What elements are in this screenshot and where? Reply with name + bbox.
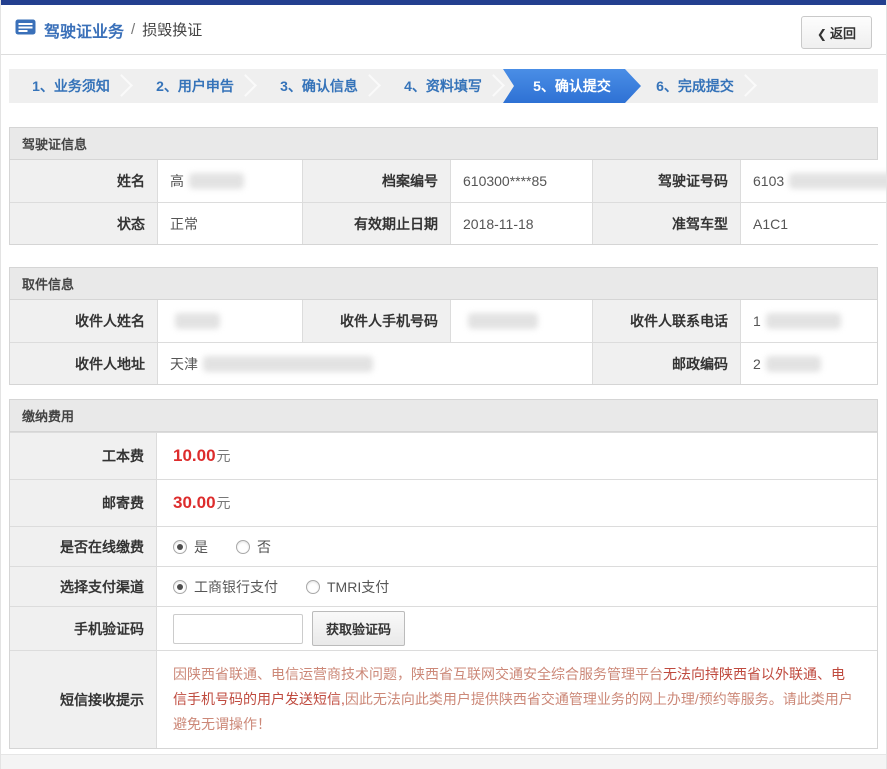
recipient-address-label: 收件人地址	[10, 342, 157, 384]
sms-code-input[interactable]	[173, 613, 303, 644]
step-2-user-declaration: 2、用户申告	[133, 69, 257, 103]
name-label: 姓名	[10, 160, 157, 202]
recipient-mobile-label: 收件人手机号码	[302, 300, 450, 342]
status-label: 状态	[10, 202, 157, 244]
step-6-complete-submit: 6、完成提交	[633, 69, 757, 103]
radio-checked-icon[interactable]	[173, 539, 187, 554]
redacted-text	[175, 313, 220, 329]
page-title: 驾驶证业务	[44, 23, 125, 41]
postage-fee-amount: 30.00	[173, 493, 216, 512]
back-button-label: 返回	[829, 26, 856, 41]
online-no-label: 否	[257, 538, 271, 555]
channel-icbc-label: 工商银行支付	[194, 578, 278, 595]
recipient-phone-value: 1	[740, 300, 877, 342]
license-service-icon	[15, 19, 36, 40]
breadcrumb-separator: /	[131, 21, 136, 38]
step-4-fill-data: 4、资料填写	[381, 69, 505, 103]
redacted-text	[189, 173, 244, 189]
license-section-title: 驾驶证信息	[10, 128, 877, 160]
file-no-label: 档案编号	[302, 160, 450, 202]
sms-notice-row: 短信接收提示 因陕西省联通、电信运营商技术问题，陕西省互联网交通安全综合服务管理…	[10, 650, 877, 748]
sms-notice-text: 因陕西省联通、电信运营商技术问题，陕西省互联网交通安全综合服务管理平台无法向持陕…	[157, 651, 877, 748]
get-code-button[interactable]: 获取验证码	[312, 611, 406, 646]
license-no-value: 6103	[740, 160, 886, 202]
online-yes-option[interactable]: 是	[173, 537, 208, 557]
zip-code-value: 2	[740, 342, 877, 384]
sms-code-row: 手机验证码 获取验证码	[10, 606, 877, 650]
page-subtitle: 损毁换证	[142, 22, 203, 39]
expiry-label: 有效期止日期	[302, 202, 450, 244]
recipient-phone-label: 收件人联系电话	[592, 300, 740, 342]
vehicle-class-label: 准驾车型	[592, 202, 740, 244]
license-info-section: 驾驶证信息 姓名 高 档案编号 610300****85 驾驶证号码 6103 …	[9, 127, 886, 245]
step-5-confirm-submit-active: 5、确认提交	[503, 69, 641, 103]
footer-strip	[1, 754, 886, 769]
payment-channel-row: 选择支付渠道 工商银行支付 TMRI支付	[10, 566, 877, 606]
channel-tmri-label: TMRI支付	[327, 578, 390, 595]
online-no-option[interactable]: 否	[236, 537, 271, 557]
recipient-name-label: 收件人姓名	[10, 300, 157, 342]
vehicle-class-value: A1C1	[740, 202, 886, 244]
work-fee-row: 工本费 10.00 元	[10, 432, 877, 479]
work-fee-label: 工本费	[10, 433, 157, 479]
steps-bar: 1、业务须知 2、用户申告 3、确认信息 4、资料填写 5、确认提交 6、完成提…	[9, 69, 878, 103]
payment-channel-label: 选择支付渠道	[10, 567, 157, 606]
postage-fee-label: 邮寄费	[10, 480, 157, 526]
sms-notice-label: 短信接收提示	[10, 651, 157, 748]
back-button[interactable]: ❮ 返回	[800, 16, 872, 49]
redacted-text	[789, 173, 886, 189]
name-value: 高	[157, 160, 302, 202]
channel-icbc-option[interactable]: 工商银行支付	[173, 577, 278, 597]
step-1-business-notice: 1、业务须知	[9, 69, 133, 103]
file-no-value: 610300****85	[450, 160, 592, 202]
pickup-info-section: 取件信息 收件人姓名 收件人手机号码 收件人联系电话 1 收件人地址 天津 邮政…	[9, 267, 878, 385]
chevron-left-icon: ❮	[816, 27, 827, 41]
channel-tmri-option[interactable]: TMRI支付	[306, 577, 389, 597]
radio-unchecked-icon[interactable]	[306, 579, 320, 594]
recipient-address-value: 天津	[157, 342, 592, 384]
online-payment-label: 是否在线缴费	[10, 527, 157, 566]
recipient-mobile-value	[450, 300, 592, 342]
postage-fee-row: 邮寄费 30.00 元	[10, 479, 877, 526]
work-fee-unit: 元	[216, 448, 231, 464]
redacted-text	[765, 313, 841, 329]
payment-section: 缴纳费用 工本费 10.00 元 邮寄费 30.00 元 是否在线缴费 是 否 选择…	[9, 399, 878, 749]
online-payment-row: 是否在线缴费 是 否	[10, 526, 877, 566]
app-header: 驾驶证业务 / 损毁换证 ❮ 返回	[1, 5, 886, 55]
status-value: 正常	[157, 202, 302, 244]
license-no-label: 驾驶证号码	[592, 160, 740, 202]
redacted-text	[203, 355, 373, 372]
radio-checked-icon[interactable]	[173, 579, 187, 594]
page: 驾驶证业务 / 损毁换证 ❮ 返回 1、业务须知 2、用户申告 3、确认信息 4、…	[0, 0, 887, 769]
step-3-confirm-info: 3、确认信息	[257, 69, 381, 103]
redacted-text	[468, 313, 538, 329]
sms-code-label: 手机验证码	[10, 607, 157, 650]
payment-section-title: 缴纳费用	[10, 400, 877, 432]
recipient-name-value	[157, 300, 302, 342]
postage-fee-unit: 元	[216, 495, 231, 511]
online-yes-label: 是	[194, 538, 208, 555]
redacted-text	[765, 355, 821, 372]
pickup-section-title: 取件信息	[10, 268, 877, 300]
work-fee-amount: 10.00	[173, 446, 216, 465]
expiry-value: 2018-11-18	[450, 202, 592, 244]
zip-code-label: 邮政编码	[592, 342, 740, 384]
radio-unchecked-icon[interactable]	[236, 539, 250, 554]
